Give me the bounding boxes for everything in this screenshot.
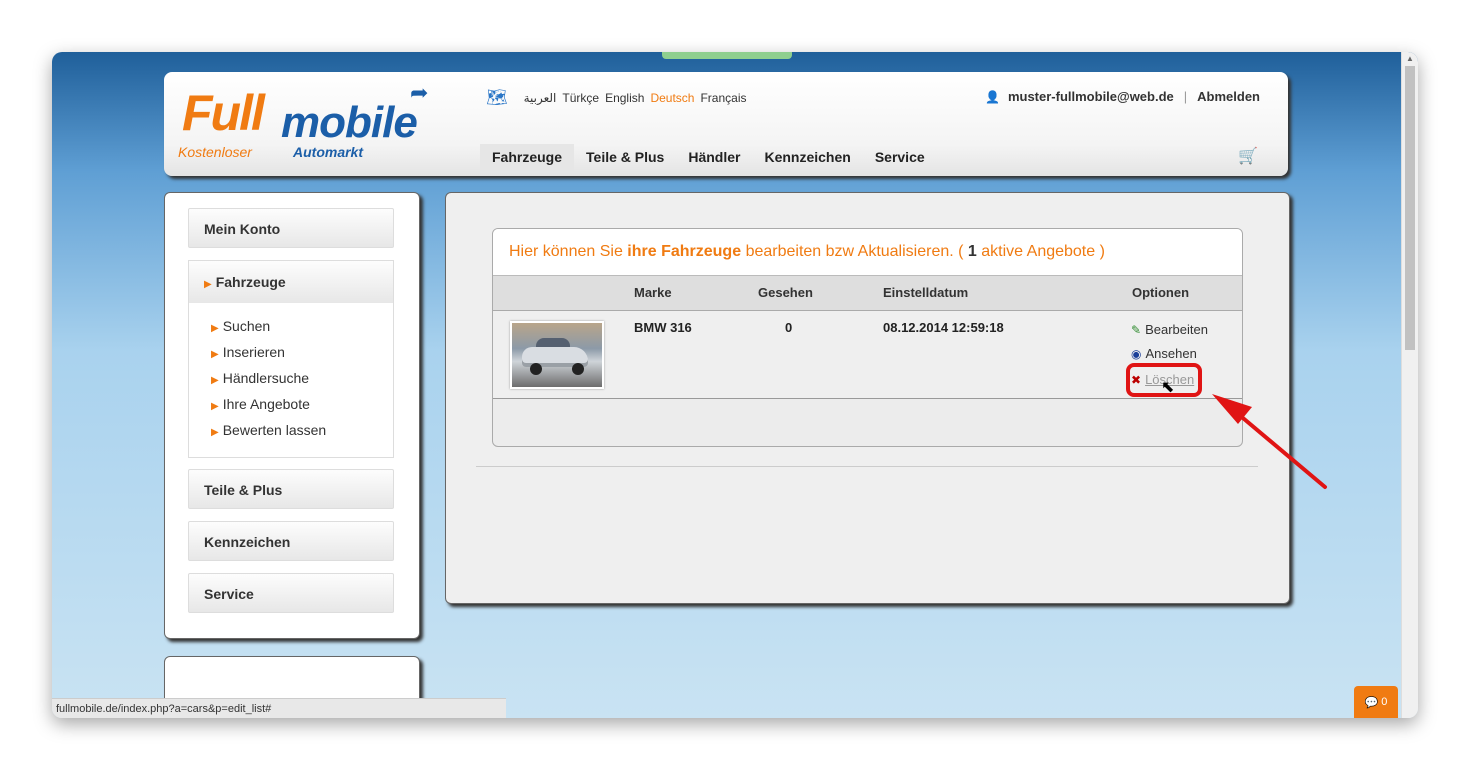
pencil-icon: ✎ (1131, 322, 1142, 337)
subitem-label: Ihre Angebote (222, 396, 310, 412)
content-area: Hier können Sie ihre Fahrzeuge bearbeite… (445, 192, 1290, 604)
table-row: BMW 316 0 08.12.2014 12:59:18 ✎ Bearbeite… (493, 311, 1242, 399)
nav-teile-plus[interactable]: Teile & Plus (574, 144, 676, 173)
chat-icon: 💬 (1364, 696, 1379, 709)
edit-label: Bearbeiten (1145, 322, 1208, 337)
window-handle (662, 52, 792, 59)
car-thumbnail[interactable] (510, 321, 604, 389)
language-bar: 🗺 العربية Türkçe English Deutsch Françai… (486, 88, 746, 108)
sidebar-subitem-inserieren[interactable]: ▶ Inserieren (211, 339, 393, 365)
logo-mobile: mobile (281, 98, 418, 147)
logo[interactable]: Full mobile ➦ Kostenloser Automarkt (178, 80, 438, 164)
browser-window: Full mobile ➦ Kostenloser Automarkt 🗺 ال… (52, 52, 1418, 718)
logo-full: Full (182, 85, 265, 141)
edit-option[interactable]: ✎ Bearbeiten (1131, 322, 1208, 337)
view-label: Ansehen (1145, 346, 1197, 361)
cell-date: 08.12.2014 12:59:18 (883, 320, 1004, 335)
main-nav: Fahrzeuge Teile & Plus Händler Kennzeich… (480, 144, 937, 173)
sidebar-item-label: Fahrzeuge (215, 274, 286, 290)
logo-tagline-1: Kostenloser (178, 144, 252, 160)
subitem-label: Inserieren (222, 344, 285, 360)
scroll-up-icon[interactable]: ▲ (1406, 55, 1414, 63)
user-bar: 👤 muster-fullmobile@web.de | Abmelden (985, 89, 1260, 104)
car-image-part (530, 363, 542, 375)
sidebar-sublist: ▶ Suchen ▶ Inserieren ▶ Händlersuche ▶ Ihre … (189, 303, 393, 443)
chat-button[interactable]: 💬 0 (1354, 686, 1398, 718)
cell-brand: BMW 316 (634, 320, 692, 335)
lang-arabic[interactable]: العربية (524, 91, 557, 105)
status-bar-url: fullmobile.de/index.php?a=cars&p=edit_li… (52, 698, 506, 718)
nav-kennzeichen[interactable]: Kennzeichen (752, 144, 862, 173)
user-email[interactable]: muster-fullmobile@web.de (1008, 89, 1174, 104)
col-marke: Marke (634, 285, 672, 300)
eye-icon: ◉ (1131, 346, 1142, 361)
title-text: Hier können Sie (509, 243, 623, 260)
globe-icon: 🗺 (486, 88, 508, 107)
lang-french[interactable]: Français (700, 91, 746, 105)
caret-right-icon: ▶ (204, 279, 212, 290)
vehicles-panel: Hier können Sie ihre Fahrzeuge bearbeite… (492, 228, 1243, 447)
sidebar-item-fahrzeuge[interactable]: ▶ Fahrzeuge (189, 261, 393, 303)
col-einstelldatum: Einstelldatum (883, 285, 969, 300)
title-text: bearbeiten bzw Aktualisieren. ( (745, 243, 964, 260)
caret-right-icon: ▶ (211, 401, 219, 412)
sidebar-item-mein-konto[interactable]: Mein Konto (188, 208, 394, 248)
caret-right-icon: ▶ (211, 349, 219, 360)
table-header: Marke Gesehen Einstelldatum Optionen (493, 276, 1242, 311)
view-option[interactable]: ◉ Ansehen (1131, 346, 1197, 361)
sidebar-subitem-bewerten[interactable]: ▶ Bewerten lassen (211, 417, 393, 443)
logo-arrow-icon: ➦ (410, 80, 429, 105)
active-count: 1 (967, 243, 977, 260)
divider (476, 466, 1258, 467)
panel-title: Hier können Sie ihre Fahrzeuge bearbeite… (493, 229, 1242, 276)
sidebar-item-service[interactable]: Service (188, 573, 394, 613)
sidebar-section-fahrzeuge: ▶ Fahrzeuge ▶ Suchen ▶ Inserieren ▶ Händlers… (188, 260, 394, 458)
sidebar-subitem-haendlersuche[interactable]: ▶ Händlersuche (211, 365, 393, 391)
site-header: Full mobile ➦ Kostenloser Automarkt 🗺 ال… (164, 72, 1288, 176)
logout-link[interactable]: Abmelden (1197, 89, 1260, 104)
user-icon: 👤 (985, 89, 1000, 104)
title-bold: ihre Fahrzeuge (627, 243, 742, 260)
sidebar-subitem-ihre-angebote[interactable]: ▶ Ihre Angebote (211, 391, 393, 417)
lang-english[interactable]: English (605, 91, 644, 105)
caret-right-icon: ▶ (211, 375, 219, 386)
lang-turkish[interactable]: Türkçe (562, 91, 599, 105)
car-image-part (572, 363, 584, 375)
sidebar: Mein Konto ▶ Fahrzeuge ▶ Suchen ▶ Inseriere… (164, 192, 420, 639)
chat-count: 0 (1381, 696, 1388, 708)
separator: | (1183, 89, 1188, 104)
cart-icon[interactable]: 🛒 (1238, 146, 1258, 166)
sidebar-item-teile-plus[interactable]: Teile & Plus (188, 469, 394, 509)
title-text: aktive Angebote ) (981, 243, 1105, 260)
caret-right-icon: ▶ (211, 427, 219, 438)
col-gesehen: Gesehen (758, 285, 813, 300)
caret-right-icon: ▶ (211, 323, 219, 334)
sidebar-item-kennzeichen[interactable]: Kennzeichen (188, 521, 394, 561)
nav-haendler[interactable]: Händler (676, 144, 752, 173)
nav-service[interactable]: Service (863, 144, 937, 173)
sidebar-subitem-suchen[interactable]: ▶ Suchen (211, 313, 393, 339)
lang-german[interactable]: Deutsch (650, 91, 694, 105)
col-optionen: Optionen (1132, 285, 1190, 300)
cell-views: 0 (785, 320, 793, 335)
logo-tagline-2: Automarkt (293, 144, 364, 160)
subitem-label: Händlersuche (222, 370, 310, 386)
nav-fahrzeuge[interactable]: Fahrzeuge (480, 144, 575, 173)
scrollbar-thumb[interactable] (1405, 66, 1415, 350)
subitem-label: Suchen (222, 318, 271, 334)
subitem-label: Bewerten lassen (222, 422, 327, 438)
vertical-scrollbar[interactable]: ▲ (1401, 52, 1418, 718)
mouse-cursor-icon: ⬉ (1161, 379, 1175, 396)
